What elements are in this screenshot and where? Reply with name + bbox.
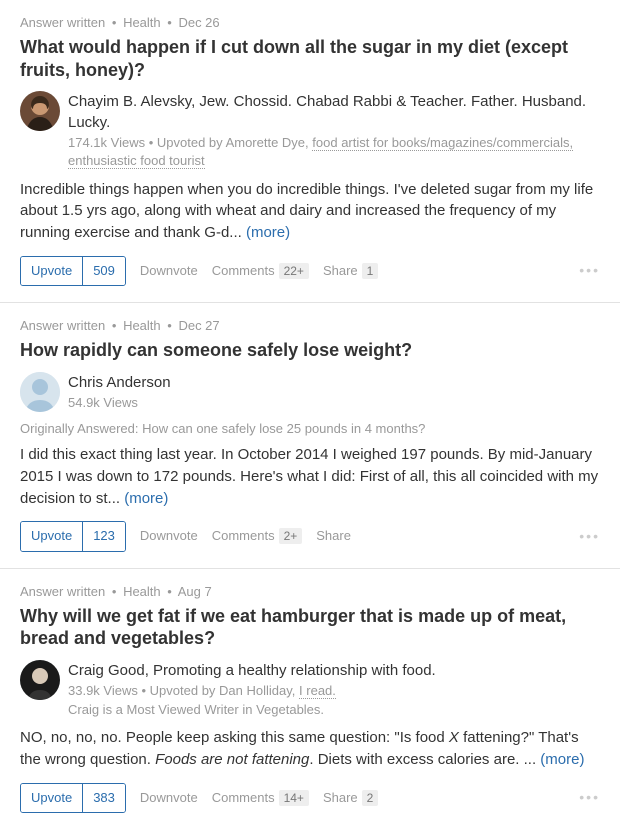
- answer-body: NO, no, no, no. People keep asking this …: [20, 727, 600, 771]
- author-name[interactable]: Chris Anderson: [68, 374, 171, 391]
- comments-count: 2+: [279, 528, 303, 544]
- originally-answered: Originally Answered: How can one safely …: [20, 420, 600, 438]
- author-row: Chayim B. Alevsky, Jew. Chossid. Chabad …: [20, 91, 600, 170]
- downvote-button[interactable]: Downvote: [140, 262, 198, 280]
- author-name-line: Chayim B. Alevsky, Jew. Chossid. Chabad …: [68, 91, 600, 133]
- meta-date: Dec 27: [178, 318, 219, 333]
- upvoted-by-label: Upvoted by: [150, 683, 216, 698]
- question-title[interactable]: What would happen if I cut down all the …: [20, 36, 600, 81]
- more-link[interactable]: (more): [124, 490, 168, 507]
- action-bar: Upvote 123 Downvote Comments 2+ Share ••…: [20, 521, 600, 551]
- question-title[interactable]: Why will we get fat if we eat hamburger …: [20, 605, 600, 650]
- meta-date: Dec 26: [178, 15, 219, 30]
- meta-type: Answer written: [20, 15, 105, 30]
- more-options-icon[interactable]: •••: [579, 261, 600, 281]
- upvote-button[interactable]: Upvote 383: [20, 783, 126, 813]
- author-subline: 54.9k Views: [68, 394, 600, 412]
- action-bar: Upvote 383 Downvote Comments 14+ Share 2…: [20, 783, 600, 813]
- answer-body: Incredible things happen when you do inc…: [20, 179, 600, 244]
- more-link[interactable]: (more): [246, 224, 290, 241]
- author-name[interactable]: Craig Good: [68, 662, 145, 679]
- more-options-icon[interactable]: •••: [579, 527, 600, 547]
- answer-card: Answer written • Health • Dec 26 What wo…: [0, 0, 620, 303]
- downvote-button[interactable]: Downvote: [140, 527, 198, 545]
- answer-card: Answer written • Health • Aug 7 Why will…: [0, 569, 620, 829]
- comments-button[interactable]: Comments 2+: [212, 527, 303, 545]
- meta-line: Answer written • Health • Aug 7: [20, 583, 600, 601]
- view-count: 174.1k Views: [68, 135, 145, 150]
- avatar[interactable]: [20, 660, 60, 700]
- more-options-icon[interactable]: •••: [579, 788, 600, 808]
- meta-topic[interactable]: Health: [123, 318, 161, 333]
- author-row: Chris Anderson 54.9k Views: [20, 372, 600, 412]
- author-credential: , Promoting a healthy relationship with …: [145, 662, 436, 679]
- action-bar: Upvote 509 Downvote Comments 22+ Share 1…: [20, 256, 600, 286]
- share-button[interactable]: Share 2: [323, 789, 378, 807]
- share-button[interactable]: Share 1: [323, 262, 378, 280]
- upvote-count: 123: [82, 522, 125, 550]
- author-name[interactable]: Chayim B. Alevsky: [68, 93, 191, 110]
- avatar[interactable]: [20, 91, 60, 131]
- upvoter-name[interactable]: Amorette Dye: [226, 135, 305, 150]
- upvote-button[interactable]: Upvote 123: [20, 521, 126, 551]
- author-subline: 174.1k Views • Upvoted by Amorette Dye, …: [68, 134, 600, 170]
- answer-card: Answer written • Health • Dec 27 How rap…: [0, 303, 620, 569]
- more-link[interactable]: (more): [540, 751, 584, 768]
- author-row: Craig Good, Promoting a healthy relation…: [20, 660, 600, 719]
- question-title[interactable]: How rapidly can someone safely lose weig…: [20, 339, 600, 362]
- upvoter-name[interactable]: Dan Holliday: [219, 683, 292, 698]
- share-count: 2: [362, 790, 379, 806]
- meta-topic[interactable]: Health: [123, 15, 161, 30]
- comments-button[interactable]: Comments 22+: [212, 262, 309, 280]
- meta-date: Aug 7: [178, 584, 212, 599]
- comments-count: 22+: [279, 263, 309, 279]
- author-name-line: Craig Good, Promoting a healthy relation…: [68, 660, 600, 681]
- upvoter-credential[interactable]: I read.: [299, 683, 336, 699]
- upvote-count: 383: [82, 784, 125, 812]
- meta-line: Answer written • Health • Dec 27: [20, 317, 600, 335]
- comments-count: 14+: [279, 790, 309, 806]
- upvote-count: 509: [82, 257, 125, 285]
- downvote-button[interactable]: Downvote: [140, 789, 198, 807]
- meta-type: Answer written: [20, 318, 105, 333]
- share-button[interactable]: Share: [316, 527, 351, 545]
- author-name-line: Chris Anderson: [68, 372, 600, 393]
- view-count: 54.9k Views: [68, 395, 138, 410]
- meta-topic[interactable]: Health: [123, 584, 161, 599]
- answer-body: I did this exact thing last year. In Oct…: [20, 444, 600, 509]
- view-count: 33.9k Views: [68, 683, 138, 698]
- meta-line: Answer written • Health • Dec 26: [20, 14, 600, 32]
- author-subline: 33.9k Views • Upvoted by Dan Holliday, I…: [68, 682, 600, 700]
- avatar[interactable]: [20, 372, 60, 412]
- comments-button[interactable]: Comments 14+: [212, 789, 309, 807]
- upvoted-by-label: Upvoted by: [157, 135, 223, 150]
- meta-type: Answer written: [20, 584, 105, 599]
- share-count: 1: [362, 263, 379, 279]
- writer-badge: Craig is a Most Viewed Writer in Vegetab…: [68, 701, 600, 719]
- upvote-button[interactable]: Upvote 509: [20, 256, 126, 286]
